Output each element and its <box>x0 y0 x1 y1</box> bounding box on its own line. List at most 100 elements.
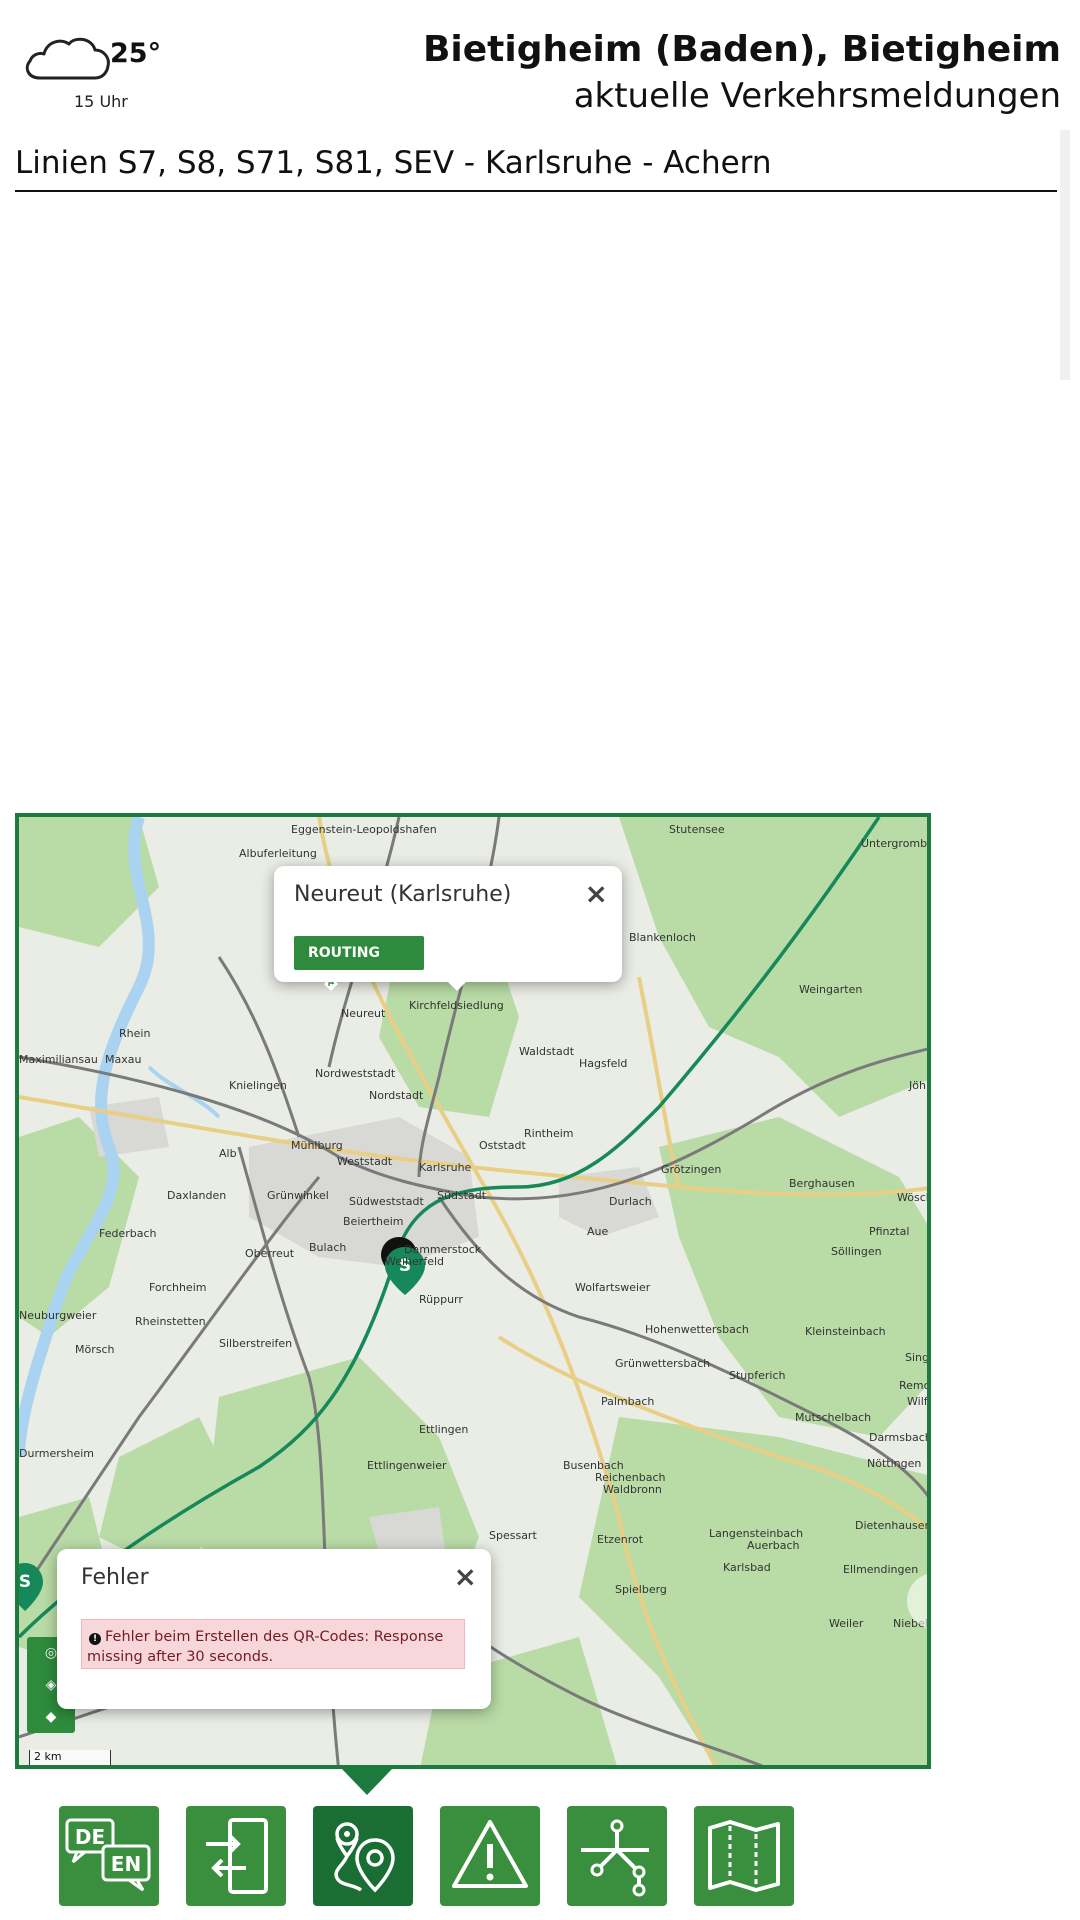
cloud-icon <box>25 37 110 80</box>
map-scale: 2 km <box>29 1750 111 1765</box>
map-place-label: Dietenhausen <box>855 1519 931 1532</box>
map-place-label: Untergrombach <box>861 837 928 850</box>
map-place-label: Berghausen <box>789 1177 855 1190</box>
map-place-label: Durmersheim <box>19 1447 95 1460</box>
map-place-label: Südweststadt <box>349 1195 424 1208</box>
directions-icon <box>324 970 338 1004</box>
close-icon[interactable]: × <box>585 880 608 908</box>
map-place-label: Weingarten <box>799 983 863 996</box>
map-place-label: Nöttingen <box>867 1457 922 1470</box>
map-place-label: Darmsbach <box>869 1431 931 1444</box>
error-popup-title: Fehler <box>81 1565 149 1590</box>
map-place-label: Kleinsteinbach <box>805 1325 886 1338</box>
popup-tip <box>447 981 467 991</box>
map-place-label: Federbach <box>99 1227 157 1240</box>
map-place-label: Ettlingenweier <box>367 1459 447 1472</box>
transfer-to-phone-button[interactable] <box>186 1806 286 1906</box>
map-place-label: Grötzingen <box>661 1163 722 1176</box>
svg-text:DE: DE <box>75 1825 105 1849</box>
map-place-label: Ettlingen <box>419 1423 469 1436</box>
map-place-label: Jöhlingen <box>909 1079 930 1092</box>
routing-button-label: ROUTING <box>308 945 381 961</box>
map-place-label: Stupferich <box>729 1369 786 1382</box>
map-place-label: Maxau <box>105 1053 142 1066</box>
temperature: 25° <box>110 38 162 69</box>
map-place-label: Maximiliansau <box>19 1053 98 1066</box>
warnings-button[interactable] <box>440 1806 540 1906</box>
map-place-label: Albufer­leitung <box>239 847 317 860</box>
map-place-label: Silberstreifen <box>219 1337 293 1350</box>
map-place-label: Weiherfeld <box>385 1255 444 1268</box>
map-place-label: Beiertheim <box>343 1215 404 1228</box>
error-message-text: Fehler beim Erstellen des QR-Codes: Resp… <box>87 1629 444 1665</box>
map-place-label: Rhein <box>119 1027 151 1040</box>
error-icon: ! <box>89 1633 101 1645</box>
error-message: ! Fehler beim Erstellen des QR-Codes: Res… <box>81 1619 465 1669</box>
map-place-label: Weiler <box>829 1617 864 1630</box>
map-place-label: Mühlburg <box>291 1139 343 1152</box>
warning-icon <box>452 1820 528 1888</box>
active-nav-indicator <box>342 1769 392 1795</box>
svg-text:EN: EN <box>111 1852 141 1876</box>
map-place-label: Karlsruhe <box>419 1161 472 1174</box>
map-view[interactable]: S S Eggenstein-Leopoldshafen Stutensee Unt… <box>15 813 931 1769</box>
routing-button[interactable]: ROUTING <box>294 936 424 991</box>
map-place-label: Spielberg <box>615 1583 667 1596</box>
map-place-label: Stutensee <box>669 823 725 836</box>
map-place-label: Nordstadt <box>369 1089 424 1102</box>
map-pin-icon <box>334 1822 395 1893</box>
map-place-label: Eggenstein-Leopoldshafen <box>291 823 437 836</box>
map-place-label: Singen <box>905 1351 929 1364</box>
map-place-label: Waldbronn <box>603 1483 662 1496</box>
scrollbar[interactable] <box>1060 130 1070 380</box>
map-place-label: Aue <box>587 1225 609 1238</box>
phone-transfer-icon <box>206 1818 268 1894</box>
close-icon[interactable]: × <box>454 1563 477 1591</box>
weather-widget: 25° 15 Uhr <box>22 30 182 120</box>
map-place-label: Rheinstetten <box>135 1315 206 1328</box>
station-name: Bietigheim (Baden), Bietigheim <box>422 29 1061 70</box>
weather-time: 15 Uhr <box>74 92 128 111</box>
map-place-label: Söllingen <box>831 1245 882 1258</box>
map-place-label: Grünwinkel <box>267 1189 329 1202</box>
network-button[interactable] <box>567 1806 667 1906</box>
map-place-label: Etzenrot <box>597 1533 644 1546</box>
network-icon <box>581 1819 649 1897</box>
map-place-label: Durlach <box>609 1195 652 1208</box>
page-title: Bietigheim (Baden), Bietigheim aktuelle … <box>423 28 1061 120</box>
map-location-button[interactable] <box>313 1806 413 1906</box>
svg-text:S: S <box>19 1572 31 1592</box>
map-place-label: Karlsbad <box>723 1561 771 1574</box>
line-map-button[interactable] <box>694 1806 794 1906</box>
map-place-label: Kirchfeldsiedlung <box>409 999 504 1012</box>
map-place-label: Auerbach <box>747 1539 800 1552</box>
map-place-label: Waldstadt <box>519 1045 575 1058</box>
map-place-label: Oberreut <box>245 1247 295 1260</box>
map-place-label: Nordweststadt <box>315 1067 396 1080</box>
de-en-icon: DE EN <box>65 1818 151 1892</box>
map-place-label: Weststadt <box>337 1155 393 1168</box>
map-place-label: Neuburgweier <box>19 1309 97 1322</box>
map-place-label: Alb <box>219 1147 237 1160</box>
map-place-label: Wöschbach <box>897 1191 927 1204</box>
map-place-label: Forchheim <box>149 1281 207 1294</box>
map-place-label: Hohenwettersbach <box>645 1323 749 1336</box>
map-place-label: Wilferdingen <box>907 1395 928 1408</box>
map-place-label: Neureut <box>341 1007 386 1020</box>
map-place-label: Palmbach <box>601 1395 655 1408</box>
map-place-label: Wolfartsweier <box>575 1281 651 1294</box>
stop-popup: Neureut (Karlsruhe) × ROUTING <box>274 866 622 991</box>
map-place-label: Südstadt <box>437 1189 487 1202</box>
map-place-label: Oststadt <box>479 1139 526 1152</box>
folded-map-icon <box>708 1820 780 1892</box>
language-button[interactable]: DE EN <box>59 1806 159 1906</box>
error-popup: Fehler × ! Fehler beim Erstellen des QR-C… <box>57 1549 491 1709</box>
map-place-label: Rintheim <box>524 1127 574 1140</box>
map-place-label: Daxlanden <box>167 1189 227 1202</box>
map-place-label: Hagsfeld <box>579 1057 628 1070</box>
map-place-label: Blankenloch <box>629 931 696 944</box>
map-place-label: Knielingen <box>229 1079 287 1092</box>
map-place-label: Rüppurr <box>419 1293 463 1306</box>
map-place-label: Mutschelbach <box>795 1411 872 1424</box>
map-place-label: Grünwettersbach <box>615 1357 711 1370</box>
